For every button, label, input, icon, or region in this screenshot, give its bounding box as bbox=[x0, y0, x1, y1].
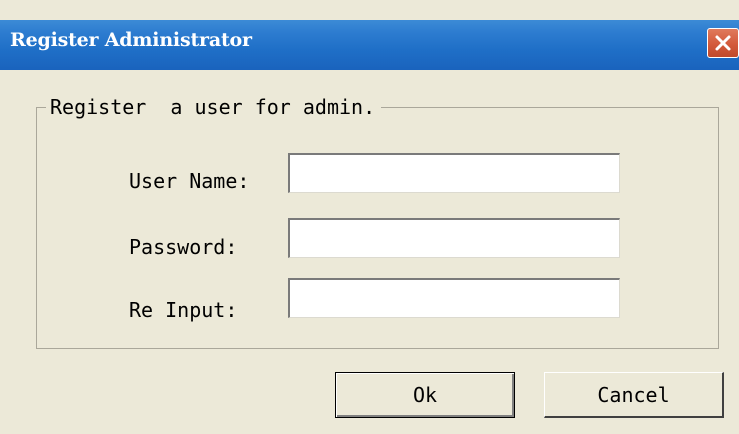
group-box-legend: Register a user for admin. bbox=[46, 95, 382, 119]
reinput-label: Re Input: bbox=[129, 298, 238, 322]
title-bar[interactable]: Register Administrator bbox=[0, 20, 739, 70]
user-name-field[interactable] bbox=[288, 153, 620, 193]
close-icon bbox=[715, 35, 731, 51]
reinput-password-field[interactable] bbox=[288, 278, 620, 318]
password-label: Password: bbox=[129, 235, 238, 259]
user-name-label: User Name: bbox=[129, 169, 250, 193]
ok-button[interactable]: Ok bbox=[335, 372, 515, 418]
close-button[interactable] bbox=[707, 28, 739, 58]
cancel-button[interactable]: Cancel bbox=[544, 372, 724, 418]
register-administrator-dialog: Register Administrator Register a user f… bbox=[0, 0, 739, 434]
password-field[interactable] bbox=[288, 218, 620, 258]
window-title: Register Administrator bbox=[10, 29, 252, 51]
